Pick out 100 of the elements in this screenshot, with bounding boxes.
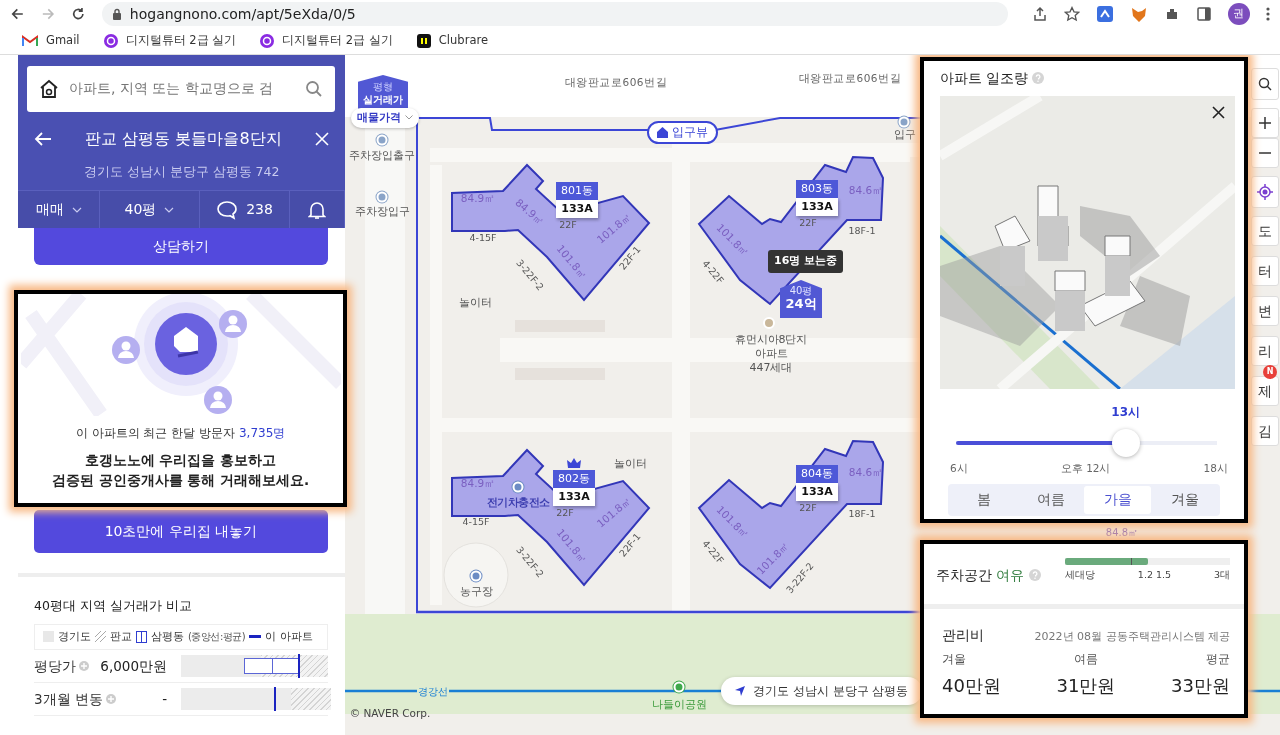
line-swatch-icon: [249, 634, 262, 639]
floor-label: 22F: [799, 503, 817, 513]
viewers-tooltip: 16명 보는중: [768, 250, 844, 273]
map-pin-icon: [470, 570, 482, 582]
fee-period: 평균: [1206, 651, 1230, 668]
fee-period: 겨울: [942, 651, 966, 668]
back-arrow-icon[interactable]: [10, 6, 25, 22]
scale-label: 세대당: [1065, 568, 1095, 582]
complex-title: 판교 삼평동 봇들마을8단지: [85, 127, 282, 150]
floor-label: 4-15F: [462, 517, 490, 527]
unit-tag: 133A: [553, 488, 595, 506]
row-value: -: [162, 689, 167, 709]
bookmark-link[interactable]: Clubrare: [416, 32, 488, 50]
plus-icon: [1259, 117, 1271, 129]
row-value: 6,000만원: [100, 656, 167, 676]
unit-tag: 133A: [796, 483, 838, 501]
area-label: 84.9㎡: [460, 192, 496, 204]
fox-extension-icon[interactable]: [1130, 5, 1148, 23]
map-tool-button[interactable]: 도: [1251, 216, 1279, 246]
price-mode-toggle[interactable]: 평형 실거래가: [358, 75, 408, 109]
season-tab[interactable]: 겨울: [1151, 485, 1218, 514]
map-tool-button[interactable]: 변: [1251, 296, 1279, 326]
price-dropdown[interactable]: 매물가격: [351, 108, 419, 128]
slider-thumb[interactable]: [1111, 429, 1140, 457]
building-tag: 803동: [796, 180, 838, 198]
map-pin-icon: [376, 191, 388, 203]
puzzle-icon[interactable]: [1164, 6, 1180, 22]
side-panel-icon[interactable]: [1196, 6, 1212, 22]
locate-button[interactable]: [1251, 176, 1279, 208]
fee-amount: 33만원: [1171, 674, 1230, 698]
back-arrow-icon[interactable]: [34, 130, 52, 147]
bookmark-link[interactable]: 디지털튜터 2급 실기: [103, 32, 237, 50]
complex-label: 아파트: [754, 347, 788, 359]
profile-avatar[interactable]: 권: [1228, 3, 1250, 25]
promo-message: 검증된 공인중개사를 통해 거래해보세요.: [51, 471, 310, 490]
row-label: 3개월 변동: [34, 689, 103, 709]
entrance-view-button[interactable]: 입구뷰: [647, 121, 718, 145]
zoom-button[interactable]: [1251, 138, 1279, 168]
map-place-label: 나들이공원: [651, 698, 707, 710]
address-bar[interactable]: hogangnono.com/apt/5eXda/0/5: [101, 2, 1008, 26]
parking-status: 여유: [996, 566, 1024, 585]
bookmark-link[interactable]: 디지털튜터 2급 실기: [260, 32, 393, 50]
crosshair-icon: [1257, 184, 1273, 200]
area-label: 84.8㎡: [1105, 528, 1139, 538]
search-bar[interactable]: 아파트, 지역 또는 학교명으로 검: [27, 66, 335, 112]
building-tag: 801동: [556, 182, 598, 200]
season-tab[interactable]: 가을: [1084, 485, 1151, 514]
floor-label: 4-15F: [469, 233, 497, 243]
area-label: 84.6㎡: [848, 466, 884, 478]
extension-icon[interactable]: [1096, 5, 1114, 23]
close-icon[interactable]: [1212, 106, 1225, 119]
promo-message: 호갱노노에 우리집을 홍보하고: [84, 451, 277, 470]
map-place-label: 놀이터: [613, 457, 647, 469]
building-tag: 804동: [796, 465, 838, 483]
hatched-swatch-icon: [95, 631, 106, 643]
area-label: 84.6㎡: [848, 184, 884, 196]
unit-tag: 133A: [556, 200, 598, 218]
fee-title: 관리비: [942, 626, 984, 645]
zoom-button[interactable]: [1251, 108, 1279, 138]
share-icon[interactable]: [1032, 6, 1048, 22]
lock-icon: [111, 8, 122, 20]
season-tab[interactable]: 봄: [950, 485, 1017, 514]
reload-icon[interactable]: [71, 6, 86, 22]
search-icon[interactable]: [305, 79, 323, 98]
road-label: 대왕판교로606번길: [799, 72, 901, 84]
fee-source: 2022년 08월 공동주택관리시스템 제공: [1034, 629, 1230, 645]
search-button[interactable]: [1251, 68, 1279, 100]
complex-address: 경기도 성남시 분당구 삼평동 742: [82, 163, 281, 182]
menu-icon[interactable]: [1266, 6, 1270, 22]
floor-label: 22F: [556, 508, 574, 518]
mail-icon: [22, 35, 38, 47]
complex-label: 휴먼시아8단지: [734, 333, 808, 345]
map-tool-button[interactable]: 김: [1251, 416, 1279, 446]
app-icon: [260, 34, 275, 48]
location-button[interactable]: 경기도 성남시 분당구 삼평동: [721, 677, 923, 705]
bell-icon: [308, 199, 326, 220]
map-pin-icon: [898, 116, 910, 128]
legend-label: 이 아파트: [265, 628, 313, 644]
fee-period: 여름: [1074, 651, 1098, 668]
map-tool-button[interactable]: 터: [1251, 256, 1279, 286]
bookmark-link[interactable]: Gmail: [22, 32, 80, 50]
tick-label: 6시: [950, 461, 968, 476]
map-tool-button[interactable]: 리: [1251, 336, 1279, 366]
comparison-title: 40평대 지역 실거래가 비교: [34, 597, 193, 615]
building-tag: 802동: [553, 470, 595, 488]
app-icon: [416, 34, 431, 48]
season-tab[interactable]: 여름: [1017, 485, 1084, 514]
floor-label: 22F: [559, 220, 577, 230]
consult-button[interactable]: 상담하기: [34, 228, 328, 265]
list-home-button[interactable]: 10초만에 우리집 내놓기: [34, 510, 328, 553]
map-place-label: 경강선: [417, 687, 449, 697]
star-icon[interactable]: [1064, 6, 1080, 22]
tick-label: 오후 12시: [1060, 461, 1111, 476]
map-place-label: 놀이터: [458, 296, 492, 308]
time-label: 13시: [1111, 404, 1140, 421]
visitor-count: 3,735명: [238, 425, 286, 442]
road-label: 대왕판교로606번길: [565, 76, 667, 88]
floor-label: 22F: [799, 218, 817, 228]
map-tool-button[interactable]: 제: [1251, 376, 1279, 406]
map-place-label: 주차장입출구: [349, 149, 415, 161]
